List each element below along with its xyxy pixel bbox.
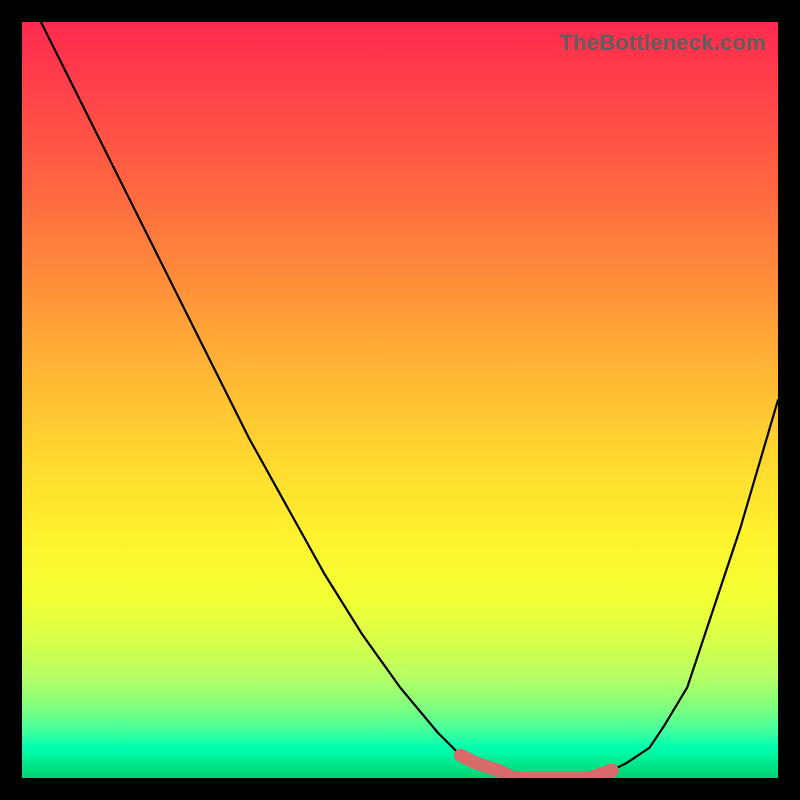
chart-plot-area: TheBottleneck.com xyxy=(22,22,778,778)
chart-frame: TheBottleneck.com xyxy=(0,0,800,800)
chart-svg xyxy=(22,22,778,778)
optimal-marker-path xyxy=(460,755,611,778)
optimal-marker-end-dot xyxy=(605,763,619,777)
bottleneck-curve-path xyxy=(22,22,778,778)
